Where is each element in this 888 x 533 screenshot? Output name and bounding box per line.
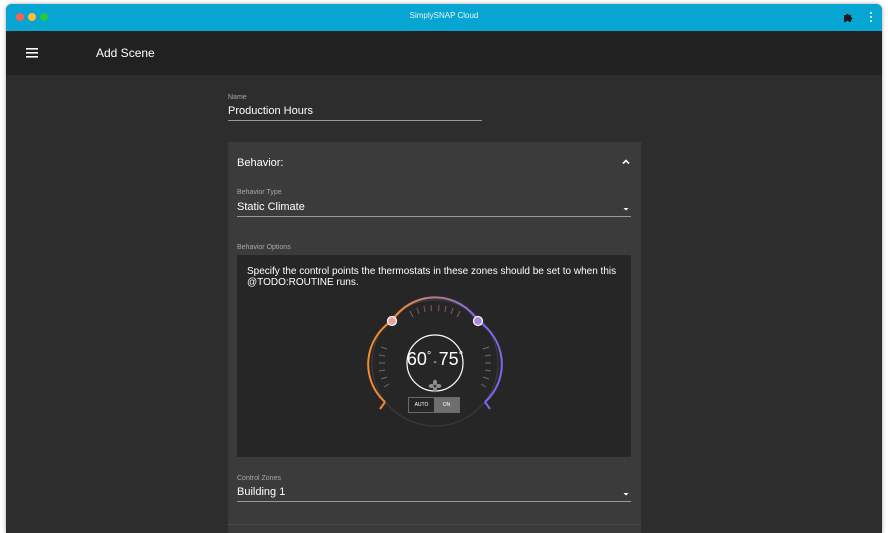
panel-divider (228, 524, 641, 525)
more-vert-icon[interactable] (868, 11, 874, 23)
behavior-panel-heading[interactable]: Behavior: (237, 157, 283, 169)
thermostat-dial[interactable]: 60°- 75° AUTO ON (360, 293, 510, 433)
behavior-panel: Behavior: Behavior Type Static Climate B… (228, 142, 641, 533)
heat-degree-symbol: ° (426, 350, 432, 362)
cool-setpoint-value: 75 (438, 349, 459, 369)
behavior-type-select[interactable]: Static Climate (237, 201, 305, 213)
control-zones-select[interactable]: Building 1 (237, 486, 285, 498)
setpoint-range-arc (391, 296, 479, 322)
chevron-up-icon[interactable] (621, 157, 631, 167)
page-title: Add Scene (96, 46, 155, 60)
name-input-underline (228, 120, 482, 121)
fan-icon (428, 379, 442, 393)
dropdown-arrow-icon[interactable] (622, 206, 630, 212)
app-bar: Add Scene (6, 31, 882, 75)
setpoint-separator: - (433, 357, 437, 368)
behavior-type-label: Behavior Type (237, 189, 282, 196)
name-field-label: Name (228, 94, 247, 101)
cool-arc-end (484, 401, 491, 410)
fan-mode-on[interactable]: ON (434, 398, 459, 412)
heat-arc-end (379, 401, 386, 410)
app-window: SimplySNAP Cloud Add Scene Name Producti… (6, 4, 882, 533)
behavior-options-description: Specify the control points the thermosta… (247, 266, 617, 288)
window-title: SimplySNAP Cloud (409, 11, 479, 20)
title-bar: SimplySNAP Cloud (6, 4, 882, 31)
fan-mode-auto[interactable]: AUTO (409, 398, 434, 412)
puzzle-icon[interactable] (842, 11, 854, 23)
dial-top-ticks (409, 304, 461, 318)
name-input[interactable]: Production Hours (228, 105, 313, 117)
cool-degree-symbol: ° (458, 350, 464, 362)
behavior-options-box: Specify the control points the thermosta… (237, 255, 631, 457)
control-zones-underline (237, 501, 631, 502)
heat-setpoint-value: 60 (406, 349, 427, 369)
fan-mode-toggle[interactable]: AUTO ON (408, 397, 460, 413)
main-content: Name Production Hours Behavior: Behavior… (6, 75, 882, 533)
dropdown-arrow-icon[interactable] (622, 491, 630, 497)
hamburger-menu-icon[interactable] (25, 45, 41, 61)
behavior-type-underline (237, 216, 631, 217)
control-zones-label: Control Zones (237, 475, 281, 482)
heat-setpoint-handle[interactable] (386, 315, 398, 327)
temperature-readout: 60°- 75° (360, 349, 510, 370)
cool-setpoint-handle[interactable] (472, 315, 484, 327)
behavior-options-label: Behavior Options (237, 244, 291, 251)
